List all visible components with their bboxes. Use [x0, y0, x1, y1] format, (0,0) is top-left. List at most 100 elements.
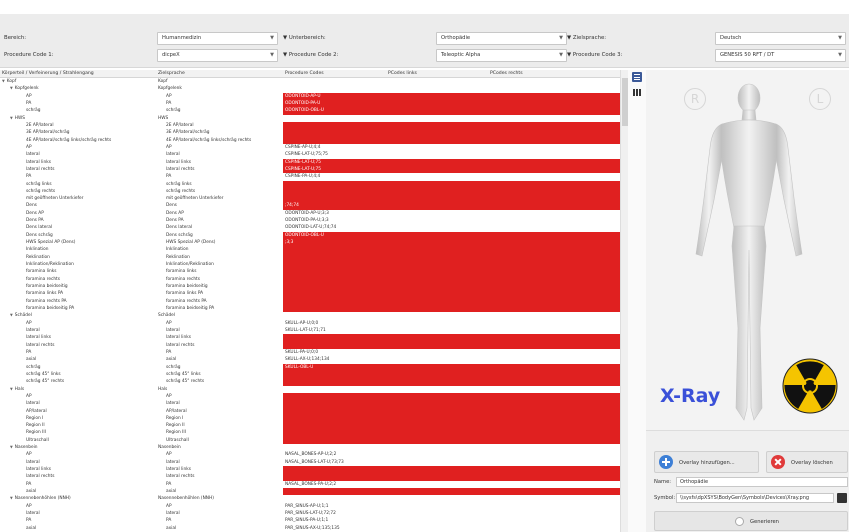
table-row[interactable]: 2E AP/lateral 2E AP/lateral — [0, 121, 620, 130]
table-row[interactable]: ▼ Hals Hals — [0, 386, 620, 393]
table-row[interactable]: PA PA NASAL_BONES-PA-U;2;2 — [0, 481, 620, 488]
table-row[interactable]: 3E AP/lateral/schräg 3E AP/lateral/schräg — [0, 129, 620, 137]
table-row[interactable]: mit geöffneten Unterkiefer mit geöffneten… — [0, 195, 620, 203]
table-row[interactable]: AP AP NASAL_BONES-AP-U;2;2 — [0, 451, 620, 458]
table-row[interactable]: lateral rechts lateral rechts CSPINE-LAT-U… — [0, 165, 620, 174]
pc2-select[interactable]: Teleoptic Alpha ▼ — [436, 49, 567, 62]
expand-arrow-icon[interactable]: ▼ — [10, 313, 13, 317]
expand-arrow-icon[interactable]: ▼ — [10, 86, 13, 90]
table-row[interactable]: lateral lateral PAR_SINUS-LAT-U;72;72 — [0, 510, 620, 517]
table-row[interactable]: axial axial — [0, 488, 620, 496]
table-row[interactable]: Dens AP Dens AP ODONTOID-AP-U;3;3 — [0, 210, 620, 217]
vertical-scrollbar[interactable] — [620, 70, 628, 532]
table-row[interactable]: Region I Region I — [0, 414, 620, 423]
bereich-select[interactable]: Humanmedizin ▼ — [157, 32, 278, 45]
table-row[interactable]: Region III Region III — [0, 429, 620, 437]
cell-zielsprache: PA — [166, 481, 172, 487]
table-row[interactable]: AP AP SKULL-AP-U;0;0 — [0, 320, 620, 327]
table-row[interactable]: AP/lateral AP/lateral — [0, 407, 620, 415]
name-field[interactable]: Orthopädie — [676, 477, 848, 487]
table-row[interactable]: AP AP CSPINE-AP-U;4;4 — [0, 144, 620, 151]
add-overlay-button[interactable]: Overlay hinzufügen... — [654, 451, 759, 473]
cell-koerperteil: lateral links — [26, 335, 51, 341]
table-row[interactable]: lateral lateral NASAL_BONES-LAT-U;73;73 — [0, 459, 620, 466]
table-row[interactable]: Reklination Reklination — [0, 253, 620, 262]
table-row[interactable]: PA PA SKULL-PA-U;0;0 — [0, 349, 620, 356]
header-pcodes-links[interactable]: PCodes links — [388, 71, 417, 76]
table-row[interactable]: foramina links foramina links — [0, 268, 620, 276]
expand-arrow-icon[interactable]: ▼ — [10, 116, 13, 120]
symbol-path-field[interactable]: \\sysfs\dpXSYS\BodyGen\Symbols\Devices\X… — [676, 493, 834, 503]
expand-arrow-icon[interactable]: ▼ — [10, 387, 13, 391]
close-icon — [771, 455, 785, 469]
table-row[interactable]: foramina beidseitig foramina beidseitig — [0, 283, 620, 291]
table-row[interactable]: Region II Region II — [0, 422, 620, 430]
table-row[interactable]: foramina beidseitig PA foramina beidseiti… — [0, 305, 620, 313]
header-zielsprache[interactable]: Zielsprache — [158, 71, 185, 76]
table-row[interactable]: ▼ Nasennebenhöhlen (NNH) Nasennebenhöhlen … — [0, 495, 620, 502]
table-row[interactable]: ▼ Nasenbein Nasenbein — [0, 444, 620, 451]
table-row[interactable]: HWS Spezial AP (Dens) HWS Spezial AP (Den… — [0, 239, 620, 247]
expand-arrow-icon[interactable]: ▼ — [10, 445, 13, 449]
table-row[interactable]: lateral lateral SKULL-LAT-U;71;71 — [0, 327, 620, 334]
table-row[interactable]: lateral links lateral links — [0, 466, 620, 474]
header-pcodes-rechts[interactable]: PCodes rechts — [490, 71, 523, 76]
table-row[interactable]: AP AP ODONTOID-AP-U — [0, 92, 620, 100]
table-row[interactable]: lateral lateral — [0, 400, 620, 408]
pc3-select[interactable]: GENESIS 50 RFT / DT ▼ — [715, 49, 846, 62]
table-row[interactable]: schräg links schräg links — [0, 180, 620, 188]
header-koerperteil[interactable]: Körperteil / Verfeinerung / Strahlengang — [2, 71, 94, 76]
cell-koerperteil: ▼ Hals — [10, 386, 25, 392]
delete-overlay-button[interactable]: Overlay löschen — [766, 451, 848, 473]
table-row[interactable]: lateral links lateral links — [0, 334, 620, 342]
file-browse-icon[interactable] — [837, 493, 847, 503]
table-row[interactable]: 4E AP/lateral/schräg links/schräg rechts… — [0, 136, 620, 144]
table-row[interactable]: Ultraschall Ultraschall — [0, 436, 620, 445]
table-row[interactable]: PA PA PAR_SINUS-PA-U;1;1 — [0, 517, 620, 524]
expand-arrow-icon[interactable]: ▼ — [10, 496, 13, 500]
table-row[interactable]: AP AP PAR_SINUS-AP-U;1;1 — [0, 503, 620, 510]
table-row[interactable]: ▼ Kopfgelenk Kopfgelenk — [0, 85, 620, 92]
generate-button[interactable]: Generieren — [654, 511, 848, 531]
column-view-icon[interactable] — [633, 89, 641, 97]
table-row[interactable]: Inklination/Reklination Inklination/Rekli… — [0, 261, 620, 269]
table-row[interactable]: Inklination Inklination — [0, 246, 620, 254]
table-row[interactable]: PA PA ODONTOID-PA-U — [0, 99, 620, 108]
pc1-select[interactable]: dicpeX ▼ — [157, 49, 278, 62]
table-row[interactable]: schräg 45° links schräg 45° links — [0, 370, 620, 379]
table-row[interactable]: foramina rechts foramina rechts — [0, 275, 620, 284]
table-row[interactable]: lateral rechts lateral rechts — [0, 473, 620, 481]
table-row[interactable]: schräg rechts schräg rechts — [0, 187, 620, 196]
pc3-label: ▼ Procedure Code 3: — [567, 52, 623, 58]
table-row[interactable]: ▼ HWS HWS — [0, 115, 620, 122]
unterbereich-select[interactable]: Orthopädie ▼ — [436, 32, 567, 45]
table-row[interactable]: axial axial PAR_SINUS-AX-U;135;135 — [0, 525, 620, 532]
table-row[interactable]: Dens schräg Dens schräg ODONTOID-OBL-U — [0, 231, 620, 240]
table-row[interactable]: lateral links lateral links CSPINE-LAT-U;7… — [0, 158, 620, 166]
table-row[interactable]: lateral lateral CSPINE-LAT-U;75;75 — [0, 151, 620, 158]
cell-procedure-code: CSPINE-PA-U;4;4 — [285, 174, 321, 180]
cell-procedure-code: CSPINE-LAT-U;75 — [283, 158, 620, 166]
header-procedure-codes[interactable]: Procedure Codes — [285, 71, 324, 76]
table-row[interactable]: foramina links PA foramina links PA — [0, 290, 620, 298]
table-row[interactable]: Dens Dens ;74;74 — [0, 202, 620, 210]
expand-arrow-icon[interactable]: ▼ — [2, 79, 5, 83]
table-row[interactable]: ▼ Schädel Schädel — [0, 312, 620, 319]
list-view-icon[interactable] — [632, 72, 642, 82]
table-row[interactable]: lateral rechts lateral rechts — [0, 341, 620, 349]
table-row[interactable]: PA PA CSPINE-PA-U;4;4 — [0, 173, 620, 180]
cell-koerperteil: PA — [26, 518, 32, 524]
cell-koerperteil: lateral rechts — [26, 342, 55, 348]
table-row[interactable]: Dens PA Dens PA ODONTOID-PA-U;3;3 — [0, 217, 620, 224]
cell-procedure-code — [283, 488, 620, 496]
table-row[interactable]: Dens lateral Dens lateral ODONTOID-LAT-U;7… — [0, 224, 620, 231]
table-row[interactable]: schräg 45° rechts schräg 45° rechts — [0, 378, 620, 386]
zielsprache-select[interactable]: Deutsch ▼ — [715, 32, 846, 45]
cell-zielsprache: schräg — [166, 364, 181, 370]
table-row[interactable]: axial axial SKULL-AX-U;134;134 — [0, 356, 620, 363]
table-row[interactable]: schräg schräg SKULL-OBL-U — [0, 363, 620, 371]
table-row[interactable]: ▼ Kopf Kopf — [0, 78, 620, 85]
table-row[interactable]: AP AP — [0, 392, 620, 401]
table-row[interactable]: foramina rechts PA foramina rechts PA — [0, 297, 620, 305]
table-row[interactable]: schräg schräg ODONTOID-OBL-U — [0, 107, 620, 115]
